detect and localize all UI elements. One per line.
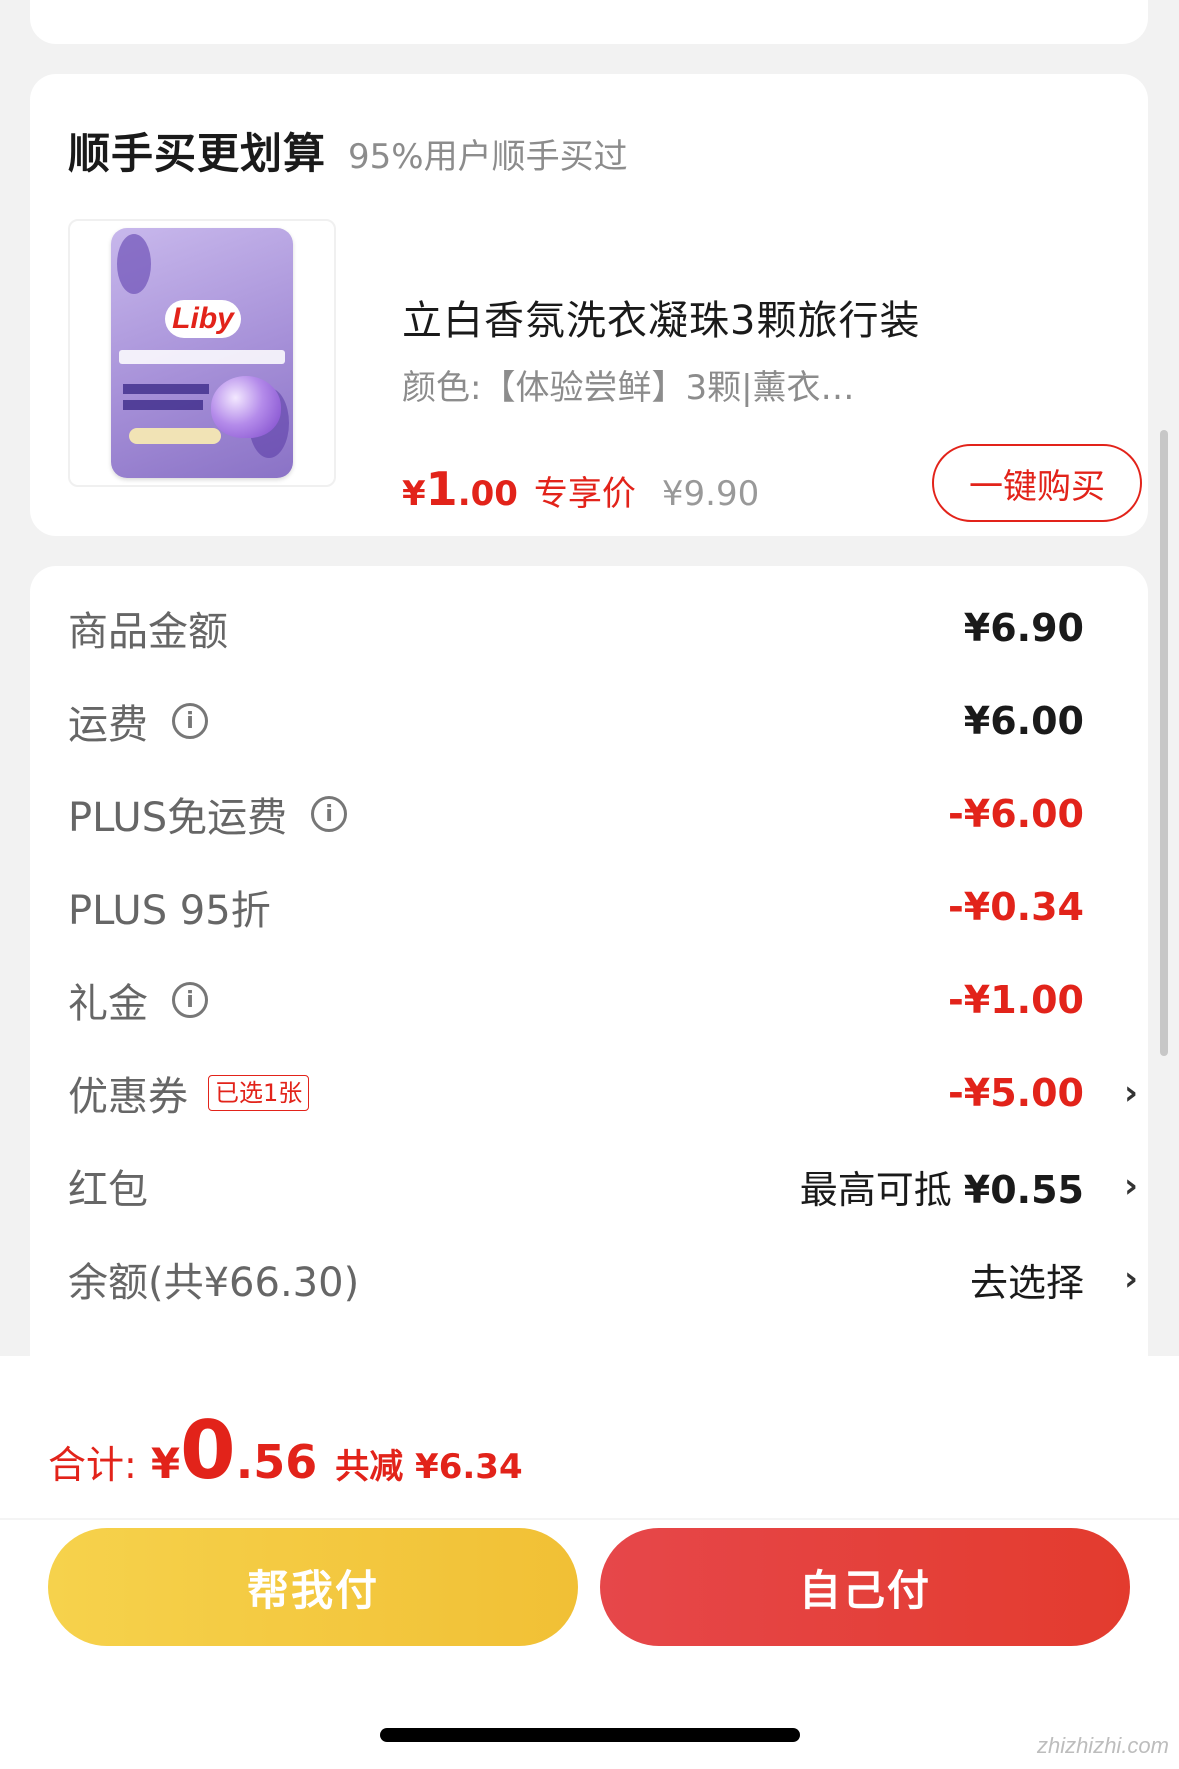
row-value: -¥6.00 bbox=[948, 792, 1084, 836]
total-row: 合计: ¥ 0 .56 共减 ¥6.34 bbox=[48, 1404, 523, 1497]
row-gift-money: 礼金 i -¥1.00 bbox=[68, 970, 1138, 1030]
row-label: PLUS免运费 bbox=[68, 795, 288, 841]
info-icon[interactable]: i bbox=[172, 703, 208, 739]
row-label: 商品金额 bbox=[68, 609, 228, 655]
row-plus-free-shipping: PLUS免运费 i -¥6.00 bbox=[68, 784, 1138, 844]
row-label: 运费 bbox=[68, 702, 148, 748]
pay-myself-button[interactable]: 自己付 bbox=[600, 1528, 1130, 1646]
row-value: ¥6.90 bbox=[963, 606, 1084, 650]
row-label: 余额(共¥66.30) bbox=[68, 1260, 360, 1306]
row-label: 优惠券 bbox=[68, 1074, 188, 1120]
row-value: 最高可抵 ¥0.55 bbox=[799, 1167, 1084, 1212]
coupon-selected-badge: 已选1张 bbox=[208, 1075, 310, 1111]
row-value: -¥0.34 bbox=[948, 885, 1084, 929]
row-label: 礼金 bbox=[68, 981, 148, 1027]
product-pouch-illustration: Liby bbox=[111, 228, 293, 478]
row-value: ¥6.00 bbox=[963, 699, 1084, 743]
addon-title: 顺手买更划算 bbox=[68, 129, 327, 178]
total-label: 合计: bbox=[48, 1443, 137, 1487]
product-image[interactable]: Liby bbox=[68, 219, 336, 487]
total-amount-decimal: .56 bbox=[235, 1435, 318, 1489]
help-me-pay-button[interactable]: 帮我付 bbox=[48, 1528, 578, 1646]
watermark: zhizhizhi.com bbox=[1036, 1733, 1169, 1758]
previous-card bbox=[30, 0, 1148, 44]
checkout-bar: 合计: ¥ 0 .56 共减 ¥6.34 帮我付 自己付 zhizhizhi.c… bbox=[0, 1356, 1179, 1769]
info-icon[interactable]: i bbox=[311, 796, 348, 832]
row-plus-discount: PLUS 95折 -¥0.34 bbox=[68, 877, 1138, 937]
row-label: 红包 bbox=[68, 1167, 148, 1213]
row-value: -¥5.00 bbox=[948, 1071, 1084, 1115]
total-saved: 共减 ¥6.34 bbox=[335, 1447, 523, 1487]
chevron-right-icon[interactable]: › bbox=[1124, 1166, 1138, 1206]
row-balance[interactable]: 余额(共¥66.30) 去选择 › bbox=[68, 1249, 1138, 1309]
row-label: PLUS 95折 bbox=[68, 888, 271, 934]
brand-logo: Liby bbox=[165, 300, 241, 338]
row-coupon[interactable]: 优惠券 已选1张 -¥5.00 › bbox=[68, 1063, 1138, 1123]
current-price: ¥1.00 bbox=[402, 462, 518, 516]
total-currency: ¥ bbox=[150, 1439, 181, 1488]
row-red-packet[interactable]: 红包 最高可抵 ¥0.55 › bbox=[68, 1156, 1138, 1216]
info-icon[interactable]: i bbox=[172, 982, 208, 1018]
chevron-right-icon[interactable]: › bbox=[1124, 1073, 1138, 1113]
product-spec: 颜色:【体验尝鲜】3颗|薰衣… bbox=[402, 368, 855, 408]
row-value: 去选择 bbox=[969, 1260, 1084, 1305]
home-indicator[interactable] bbox=[380, 1728, 800, 1742]
row-value: -¥1.00 bbox=[948, 978, 1084, 1022]
divider bbox=[0, 1518, 1179, 1520]
exclusive-price-tag: 专享价 bbox=[533, 474, 636, 514]
addon-subtitle: 95%用户顺手买过 bbox=[348, 137, 628, 177]
one-click-buy-button[interactable]: 一键购买 bbox=[932, 444, 1142, 522]
price-summary-card: 商品金额 ¥6.90 运费 i ¥6.00 PLUS免运费 i -¥6.00 PLU… bbox=[30, 566, 1148, 1366]
product-name[interactable]: 立白香氛洗衣凝珠3颗旅行装 bbox=[402, 288, 920, 346]
row-shipping: 运费 i ¥6.00 bbox=[68, 691, 1138, 751]
original-price: ¥9.90 bbox=[661, 474, 760, 514]
price-row: ¥1.00 专享价 ¥9.90 bbox=[402, 462, 759, 516]
scrollbar[interactable] bbox=[1160, 430, 1168, 1056]
addon-header: 顺手买更划算 95%用户顺手买过 bbox=[68, 120, 628, 181]
addon-card: 顺手买更划算 95%用户顺手买过 Liby 立白香氛洗衣凝珠3颗旅行装 颜色:【… bbox=[30, 74, 1148, 536]
chevron-right-icon[interactable]: › bbox=[1124, 1259, 1138, 1299]
row-goods-amount: 商品金额 ¥6.90 bbox=[68, 598, 1138, 658]
total-amount-integer: 0 bbox=[180, 1404, 236, 1497]
